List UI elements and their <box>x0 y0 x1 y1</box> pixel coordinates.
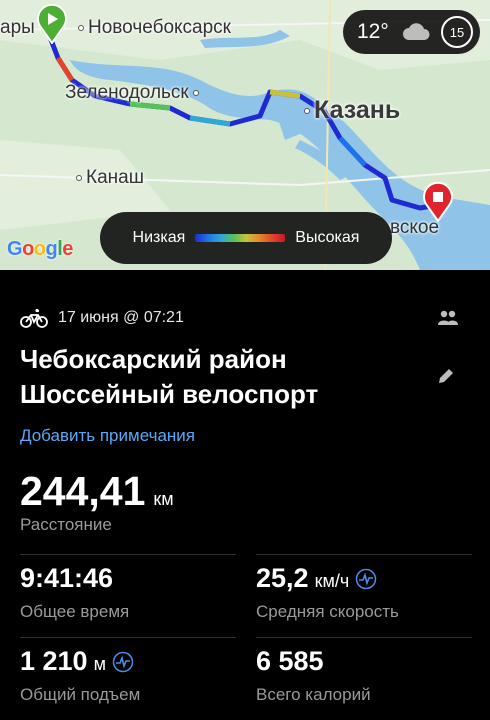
divider <box>20 554 236 555</box>
map-label-text: Зеленодольск <box>65 82 189 103</box>
legend-high-label: Высокая <box>295 229 360 246</box>
distance-number: 244,41 <box>20 468 146 514</box>
activity-title-line2: Шоссейный велоспорт <box>20 379 319 409</box>
bicycle-icon <box>20 308 48 328</box>
google-logo: Google <box>7 238 73 260</box>
map-label-end: вское <box>390 217 440 238</box>
city-dot-icon <box>304 108 310 115</box>
elevation-value: 1 210 <box>20 646 88 676</box>
map-label-cheboksary: ары <box>0 17 35 38</box>
activity-title-line1: Чебоксарский район <box>20 344 287 374</box>
map-label-kanash: Канаш <box>72 167 144 189</box>
avg-speed-value: 25,2 <box>256 563 309 593</box>
elevation-unit: м <box>93 654 106 674</box>
weather-count-badge: 15 <box>441 16 473 48</box>
people-icon[interactable] <box>437 310 459 326</box>
cloud-icon <box>402 23 430 40</box>
finish-pin-icon <box>423 182 453 222</box>
distance-value: 244,41 км <box>20 468 174 515</box>
distance-label: Расстояние <box>20 515 112 534</box>
activity-details: 17 июня @ 07:21 Чебоксарский район Шоссе… <box>0 270 490 720</box>
map-label-text: Канаш <box>86 167 144 188</box>
legend-low-label: Низкая <box>132 229 186 246</box>
calories-value: 6 585 <box>256 646 324 676</box>
weather-temperature: 12° <box>357 20 389 43</box>
avg-speed-label: Средняя скорость <box>256 602 399 621</box>
distance-unit: км <box>153 489 174 509</box>
map-label-text: Казань <box>314 96 401 124</box>
city-dot-icon <box>78 24 84 31</box>
elevation-label: Общий подъем <box>20 685 141 704</box>
add-note-link[interactable]: Добавить примечания <box>20 426 195 446</box>
divider <box>20 637 236 638</box>
calories-label: Всего калорий <box>256 685 371 704</box>
city-dot-icon <box>192 89 199 96</box>
divider <box>256 554 472 555</box>
total-time-label: Общее время <box>20 602 130 621</box>
pulse-chart-icon[interactable] <box>355 568 377 590</box>
stat-avg-speed[interactable]: 25,2 км/ч Средняя скорость <box>256 563 399 622</box>
activity-meta: 17 июня @ 07:21 <box>20 308 184 328</box>
weather-badge[interactable]: 12° 15 <box>343 10 480 54</box>
legend-gradient-bar <box>195 234 286 242</box>
divider <box>256 637 472 638</box>
activity-title: Чебоксарский район Шоссейный велоспорт <box>20 342 318 412</box>
city-dot-icon <box>76 174 82 181</box>
map-label-novocheboksarsk: Новочебоксарск <box>74 17 231 39</box>
map-label-zelenodolsk: Зеленодольск <box>65 82 203 104</box>
start-pin-icon <box>37 4 67 44</box>
stat-calories: 6 585 Всего калорий <box>256 646 371 705</box>
route-map[interactable]: ары Новочебоксарск Зеленодольск Казань К… <box>0 0 490 270</box>
pulse-chart-icon[interactable] <box>112 651 134 673</box>
map-label-text: Новочебоксарск <box>88 17 231 38</box>
total-time-value: 9:41:46 <box>20 563 114 593</box>
stat-elevation[interactable]: 1 210 м Общий подъем <box>20 646 140 705</box>
map-label-kazan: Казань <box>300 96 400 125</box>
activity-datetime: 17 июня @ 07:21 <box>58 309 184 326</box>
elevation-legend: Низкая Высокая <box>100 212 392 264</box>
avg-speed-unit: км/ч <box>314 571 350 591</box>
stat-total-time: 9:41:46 Общее время <box>20 563 129 622</box>
edit-pencil-icon[interactable] <box>436 366 456 386</box>
